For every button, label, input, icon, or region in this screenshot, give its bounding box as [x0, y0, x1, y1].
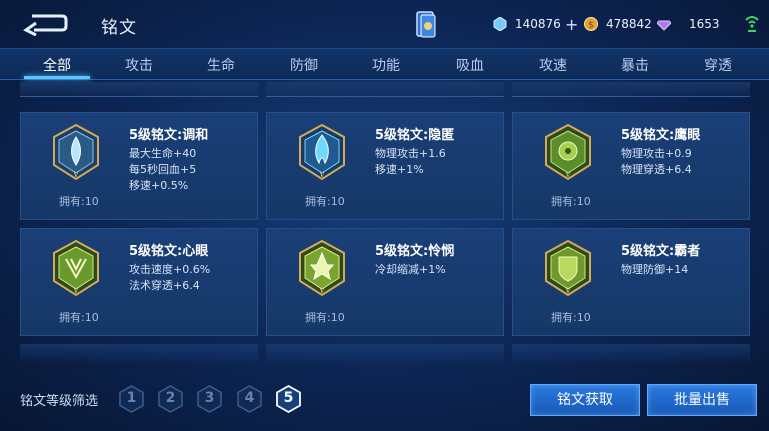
rune-card-hawkeye[interactable]: V 5级铭文:鹰眼 物理攻击+0.9 物理穿透+6.4 拥有:10: [512, 112, 750, 220]
partial-card-bottom: [266, 344, 504, 364]
tab-penetration[interactable]: 穿透: [704, 55, 732, 75]
gem-counter: 1653: [657, 13, 720, 35]
rune-stat: 物理防御+14: [621, 263, 689, 276]
rune-stat: 物理攻击+1.6: [375, 147, 446, 160]
partial-card-top: [20, 82, 258, 97]
diamond-counter: 140876 +: [493, 13, 578, 35]
diamond-icon: [493, 17, 507, 31]
rune-owned-count: 拥有:10: [305, 311, 345, 324]
rune-stat: 攻击速度+0.6%: [129, 263, 211, 276]
svg-text:$: $: [588, 21, 594, 31]
tab-attack-speed[interactable]: 攻速: [539, 55, 567, 75]
level-number: 2: [165, 390, 176, 406]
rune-compassion-icon: V: [299, 239, 345, 297]
tab-all[interactable]: 全部: [43, 55, 71, 75]
partial-card-top: [512, 82, 750, 97]
tab-health[interactable]: 生命: [207, 55, 235, 75]
rune-grid[interactable]: V 5级铭文:调和 最大生命+40 每5秒回血+5 移速+0.5% 拥有:10 …: [0, 82, 769, 382]
level-filter-5[interactable]: 5: [275, 384, 302, 414]
rune-stat: 每5秒回血+5: [129, 163, 197, 176]
level-number: 3: [204, 390, 215, 406]
rune-mind-eye-icon: V: [53, 239, 99, 297]
svg-text:V: V: [564, 287, 571, 295]
level-filter-label: 铭文等级筛选: [20, 394, 99, 409]
gold-amount: 478842: [606, 17, 652, 31]
active-tab-indicator: [24, 76, 90, 79]
rune-stat: 移速+1%: [375, 163, 424, 176]
rune-overlord-icon: V: [545, 239, 591, 297]
rune-card-stealth[interactable]: V 5级铭文:隐匿 物理攻击+1.6 移速+1% 拥有:10: [266, 112, 504, 220]
rune-harmony-icon: V: [53, 123, 99, 181]
rune-name: 5级铭文:心眼: [129, 244, 209, 259]
bulk-sell-button[interactable]: 批量出售: [647, 384, 757, 416]
level-filter-1[interactable]: 1: [118, 385, 145, 413]
add-diamond-plus-icon[interactable]: +: [565, 15, 578, 34]
svg-text:V: V: [318, 171, 325, 179]
rune-card-harmony[interactable]: V 5级铭文:调和 最大生命+40 每5秒回血+5 移速+0.5% 拥有:10: [20, 112, 258, 220]
rune-card-compassion[interactable]: V 5级铭文:怜悯 冷却缩减+1% 拥有:10: [266, 228, 504, 336]
rune-stat: 物理攻击+0.9: [621, 147, 692, 160]
rune-name: 5级铭文:隐匿: [375, 128, 455, 143]
level-number: 5: [283, 390, 294, 406]
rune-hawkeye-icon: V: [545, 123, 591, 181]
rune-owned-count: 拥有:10: [551, 311, 591, 324]
level-filter-4[interactable]: 4: [236, 385, 263, 413]
gem-amount: 1653: [689, 17, 720, 31]
rune-owned-count: 拥有:10: [59, 195, 99, 208]
rune-card-mind-eye[interactable]: V 5级铭文:心眼 攻击速度+0.6% 法术穿透+6.4 拥有:10: [20, 228, 258, 336]
partial-card-bottom: [512, 344, 750, 364]
gold-counter: $ 478842: [584, 13, 652, 35]
rune-name: 5级铭文:调和: [129, 128, 209, 143]
partial-card-top: [266, 82, 504, 97]
diamond-amount: 140876: [515, 17, 561, 31]
rune-stat: 物理穿透+6.4: [621, 163, 692, 176]
rune-card-overlord[interactable]: V 5级铭文:霸者 物理防御+14 拥有:10: [512, 228, 750, 336]
rune-stat: 移速+0.5%: [129, 179, 189, 192]
rune-name: 5级铭文:鹰眼: [621, 128, 701, 143]
tab-lifesteal[interactable]: 吸血: [456, 55, 484, 75]
rune-stat: 冷却缩减+1%: [375, 263, 446, 276]
rune-page-card-icon[interactable]: [414, 10, 438, 40]
rune-stat: 最大生命+40: [129, 147, 197, 160]
rune-name: 5级铭文:霸者: [621, 244, 701, 259]
level-number: 1: [126, 390, 137, 406]
rune-stat: 法术穿透+6.4: [129, 279, 200, 292]
tab-crit[interactable]: 暴击: [621, 55, 649, 75]
rune-acquire-button[interactable]: 铭文获取: [530, 384, 640, 416]
tab-defense[interactable]: 防御: [290, 55, 318, 75]
top-bar: 铭文 140876 + $ 478842 1653: [0, 0, 769, 48]
level-filter-3[interactable]: 3: [196, 385, 223, 413]
level-filter-2[interactable]: 2: [157, 385, 184, 413]
rune-owned-count: 拥有:10: [59, 311, 99, 324]
rune-name: 5级铭文:怜悯: [375, 244, 455, 259]
partial-card-bottom: [20, 344, 258, 364]
category-tabs: 全部 攻击 生命 防御 功能 吸血 攻速 暴击 穿透: [0, 48, 769, 80]
wifi-signal-icon: [745, 16, 759, 32]
back-arrow-icon[interactable]: [22, 12, 68, 36]
rune-owned-count: 拥有:10: [305, 195, 345, 208]
level-number: 4: [244, 390, 255, 406]
svg-text:V: V: [72, 171, 79, 179]
purple-gem-icon: [657, 20, 671, 31]
rune-stealth-icon: V: [299, 123, 345, 181]
rune-owned-count: 拥有:10: [551, 195, 591, 208]
svg-text:V: V: [318, 287, 325, 295]
page-title: 铭文: [101, 18, 137, 38]
svg-text:V: V: [564, 171, 571, 179]
tab-attack[interactable]: 攻击: [125, 55, 153, 75]
gold-coin-icon: $: [584, 17, 598, 31]
tab-utility[interactable]: 功能: [372, 55, 400, 75]
svg-text:V: V: [72, 287, 79, 295]
